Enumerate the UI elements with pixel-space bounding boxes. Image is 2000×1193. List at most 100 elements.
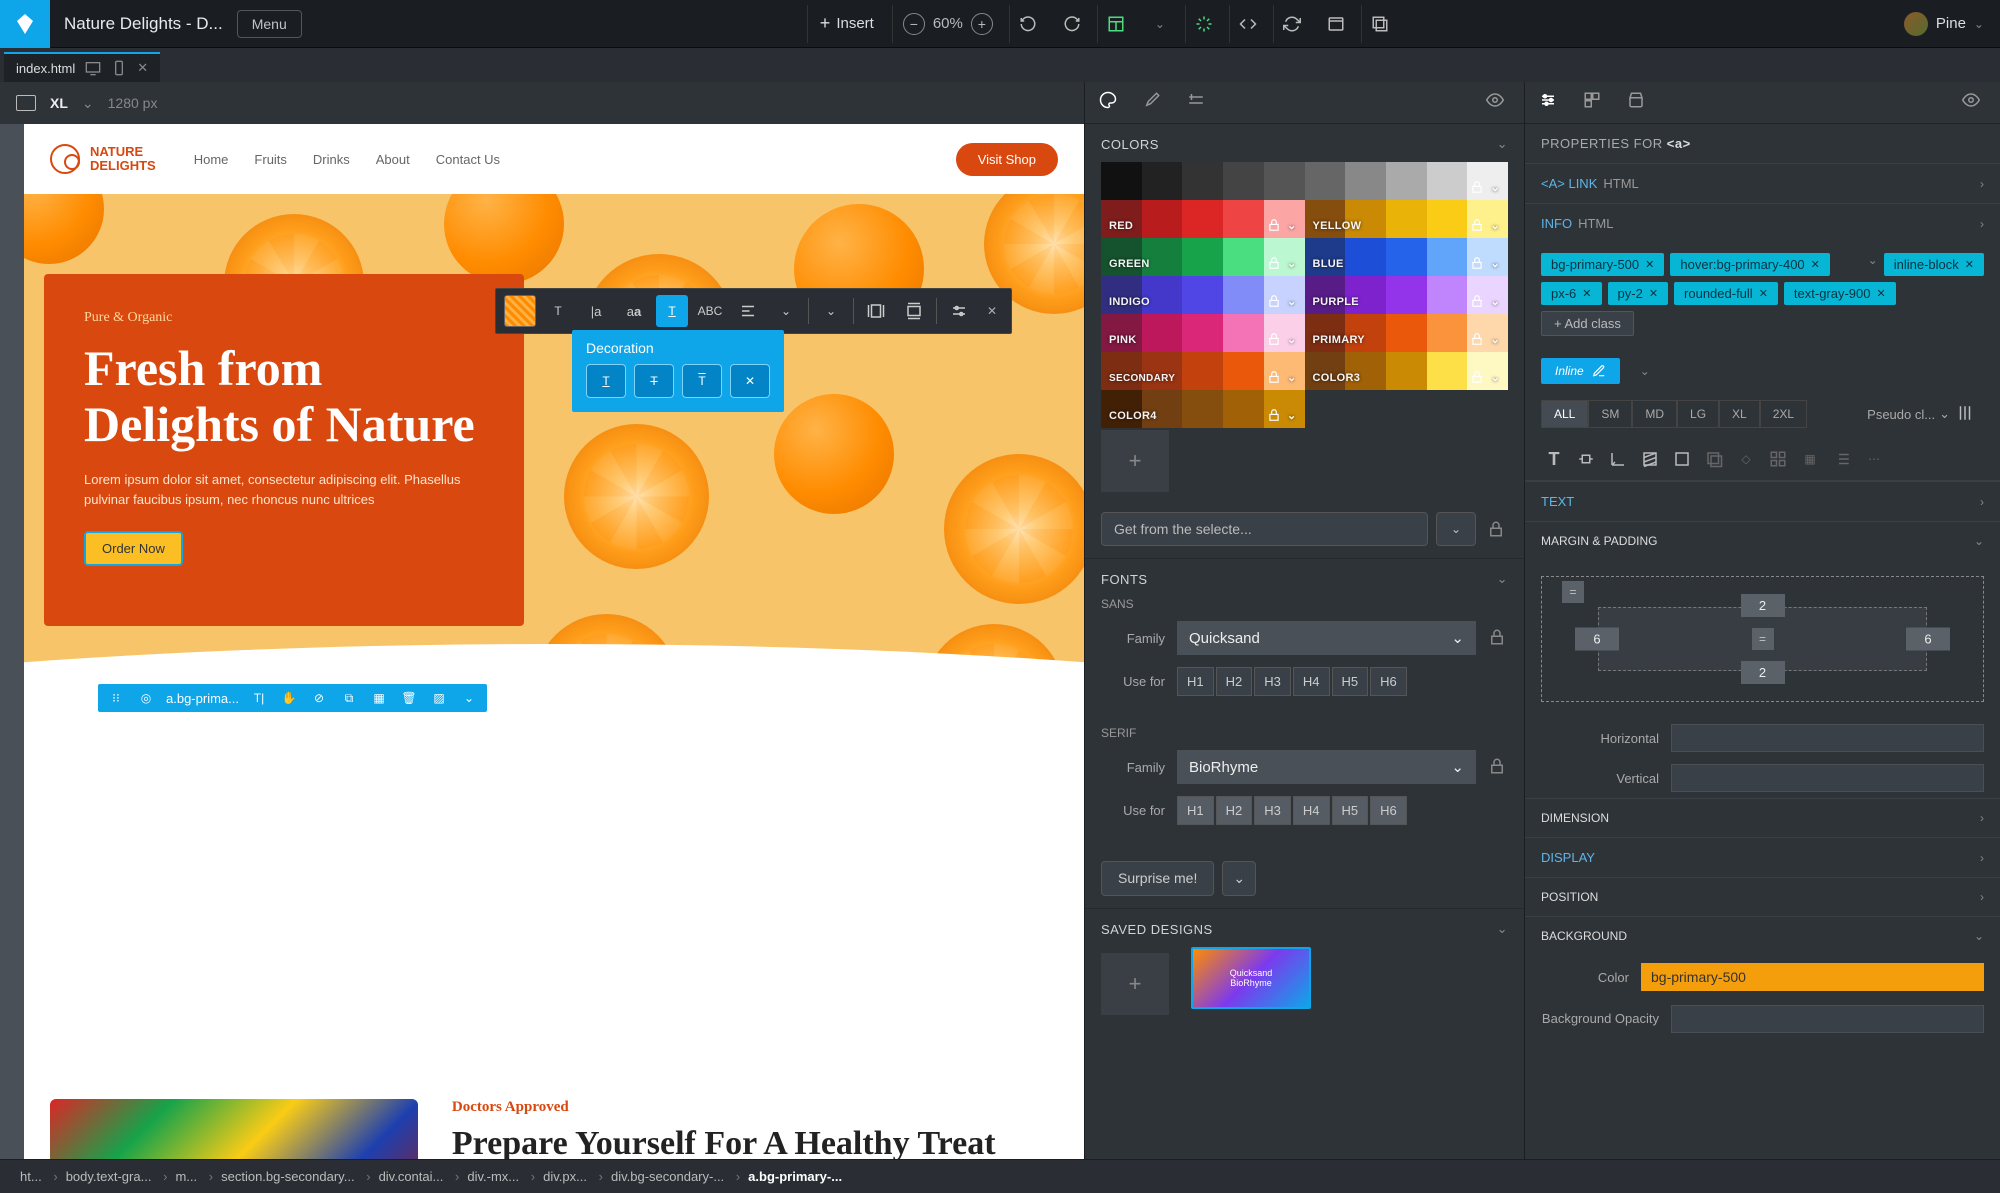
tab-close-button[interactable]: ✕ <box>137 60 148 76</box>
breakpoint-chevron[interactable]: ⌄ <box>82 95 94 112</box>
class-tag[interactable]: rounded-full✕ <box>1674 282 1778 305</box>
pad-bottom-input[interactable]: 2 <box>1741 661 1785 684</box>
fonts-header[interactable]: FONTS⌄ <box>1101 571 1508 587</box>
margin-link-icon[interactable]: = <box>1562 581 1584 603</box>
bc-item[interactable]: body.text-gra... <box>54 1165 164 1188</box>
sans-h1[interactable]: H1 <box>1177 667 1214 696</box>
surprise-dropdown[interactable]: ⌄ <box>1222 861 1256 896</box>
bg-dropdown[interactable]: ⌄ <box>815 295 847 327</box>
deco-underline[interactable]: T <box>586 364 626 398</box>
brush-tab[interactable] <box>1143 91 1167 115</box>
breakpoint-label[interactable]: XL <box>50 95 68 111</box>
undo-button[interactable] <box>1009 5 1047 43</box>
toolbar-close[interactable]: ✕ <box>981 304 1003 318</box>
nav-contact[interactable]: Contact Us <box>436 152 500 167</box>
bg-color-value[interactable]: bg-primary-500 <box>1641 963 1984 991</box>
code-button[interactable] <box>1229 5 1267 43</box>
padding-link-icon[interactable]: = <box>1752 628 1774 650</box>
prop-spacing-icon[interactable] <box>1573 446 1599 472</box>
bc-item[interactable]: div.bg-secondary-... <box>599 1165 736 1188</box>
colors-header[interactable]: COLORS⌄ <box>1101 136 1508 152</box>
redo-button[interactable] <box>1053 5 1091 43</box>
pseudo-select[interactable]: Pseudo cl...⌄ <box>1867 406 1950 422</box>
move-icon[interactable]: ⁝⁝ <box>106 688 126 708</box>
class-tag[interactable]: text-gray-900✕ <box>1784 282 1896 305</box>
classes-chevron[interactable]: ⌄ <box>1868 253 1878 276</box>
prop-dim-icon[interactable] <box>1605 446 1631 472</box>
serif-h5[interactable]: H5 <box>1332 796 1369 825</box>
zoom-in-button[interactable]: + <box>971 13 993 35</box>
target-icon[interactable]: ◎ <box>136 688 156 708</box>
prop-border-icon[interactable] <box>1669 446 1695 472</box>
class-tag[interactable]: px-6✕ <box>1541 282 1602 305</box>
class-tag[interactable]: hover:bg-primary-400✕ <box>1670 253 1830 276</box>
pad-right-input[interactable]: 6 <box>1906 628 1950 651</box>
surprise-button[interactable]: Surprise me! <box>1101 861 1214 896</box>
bc-item-active[interactable]: a.bg-primary-... <box>736 1165 854 1188</box>
margin-padding-header[interactable]: MARGIN & PADDING⌄ <box>1525 521 2000 560</box>
nav-home[interactable]: Home <box>194 152 229 167</box>
prop-list-icon[interactable] <box>1829 446 1855 472</box>
hand-icon[interactable]: ✋ <box>279 688 299 708</box>
sans-h4[interactable]: H4 <box>1293 667 1330 696</box>
sans-h5[interactable]: H5 <box>1332 667 1369 696</box>
type-button[interactable]: T <box>542 295 574 327</box>
grid-icon[interactable]: ▦ <box>369 688 389 708</box>
deco-strike[interactable]: T <box>634 364 674 398</box>
serif-h2[interactable]: H2 <box>1216 796 1253 825</box>
layout-button[interactable] <box>1097 5 1135 43</box>
bc-item[interactable]: div.contai... <box>367 1165 456 1188</box>
saved-designs-header[interactable]: SAVED DESIGNS⌄ <box>1101 921 1508 937</box>
nav-about[interactable]: About <box>376 152 410 167</box>
underline-button[interactable]: T <box>656 295 688 327</box>
sans-h3[interactable]: H3 <box>1254 667 1291 696</box>
website-canvas[interactable]: NATUREDELIGHTS Home Fruits Drinks About … <box>24 124 1084 1159</box>
saved-design-thumb[interactable]: QuicksandBioRhyme <box>1191 947 1311 1009</box>
app-logo[interactable] <box>0 0 50 48</box>
order-now-button[interactable]: Order Now <box>84 531 183 566</box>
serif-h6[interactable]: H6 <box>1370 796 1407 825</box>
bp-all[interactable]: ALL <box>1541 400 1588 428</box>
info-section[interactable]: INFOHTML› <box>1525 203 2000 243</box>
tools-icon[interactable] <box>1956 404 1984 425</box>
get-from-dropdown[interactable]: ⌄ <box>1436 512 1476 546</box>
prop-shadow-icon[interactable] <box>1701 446 1727 472</box>
eye-icon[interactable] <box>1486 91 1510 115</box>
case-label-button[interactable]: |a <box>580 295 612 327</box>
abc-button[interactable]: ABC <box>694 295 726 327</box>
sans-h2[interactable]: H2 <box>1216 667 1253 696</box>
layers-tab[interactable] <box>1583 91 1607 115</box>
horizontal-input[interactable] <box>1671 724 1984 752</box>
prop-text-icon[interactable]: T <box>1541 446 1567 472</box>
align-dropdown[interactable]: ⌄ <box>770 295 802 327</box>
bp-sm[interactable]: SM <box>1588 400 1632 428</box>
bp-xl[interactable]: XL <box>1719 400 1760 428</box>
link-section[interactable]: <A> LINKHTML› <box>1525 163 2000 203</box>
insert-button[interactable]: +Insert <box>807 5 886 43</box>
right-eye-icon[interactable] <box>1962 91 1986 115</box>
trash-icon[interactable]: 🗑 <box>399 688 419 708</box>
bc-item[interactable]: div.px... <box>531 1165 599 1188</box>
inline-chevron[interactable]: ⌄ <box>1640 364 1650 378</box>
serif-h4[interactable]: H4 <box>1293 796 1330 825</box>
add-color-button[interactable]: + <box>1101 430 1169 492</box>
serif-family-select[interactable]: BioRhyme⌄ <box>1177 750 1476 784</box>
deco-none[interactable]: ✕ <box>730 364 770 398</box>
inline-style-button[interactable]: Inline <box>1541 358 1620 384</box>
serif-h3[interactable]: H3 <box>1254 796 1291 825</box>
spacing-tab[interactable] <box>1187 91 1211 115</box>
add-design-button[interactable]: + <box>1101 953 1169 1015</box>
copy-icon[interactable]: ⧉ <box>339 688 359 708</box>
file-tab[interactable]: index.html ✕ <box>4 52 160 82</box>
bc-item[interactable]: div.-mx... <box>455 1165 531 1188</box>
palette-tab[interactable] <box>1099 91 1123 115</box>
prop-transform-icon[interactable]: ◇ <box>1733 446 1759 472</box>
prop-flex-icon[interactable] <box>1765 446 1791 472</box>
bc-item[interactable]: m... <box>163 1165 209 1188</box>
user-menu-chevron[interactable]: ⌄ <box>1974 17 1984 31</box>
background-section[interactable]: BACKGROUND⌄ <box>1525 916 2000 955</box>
bg-opacity-input[interactable] <box>1671 1005 1984 1033</box>
user-avatar[interactable] <box>1904 12 1928 36</box>
prop-grid-icon[interactable]: ▦ <box>1797 446 1823 472</box>
bc-item[interactable]: ht... <box>8 1165 54 1188</box>
